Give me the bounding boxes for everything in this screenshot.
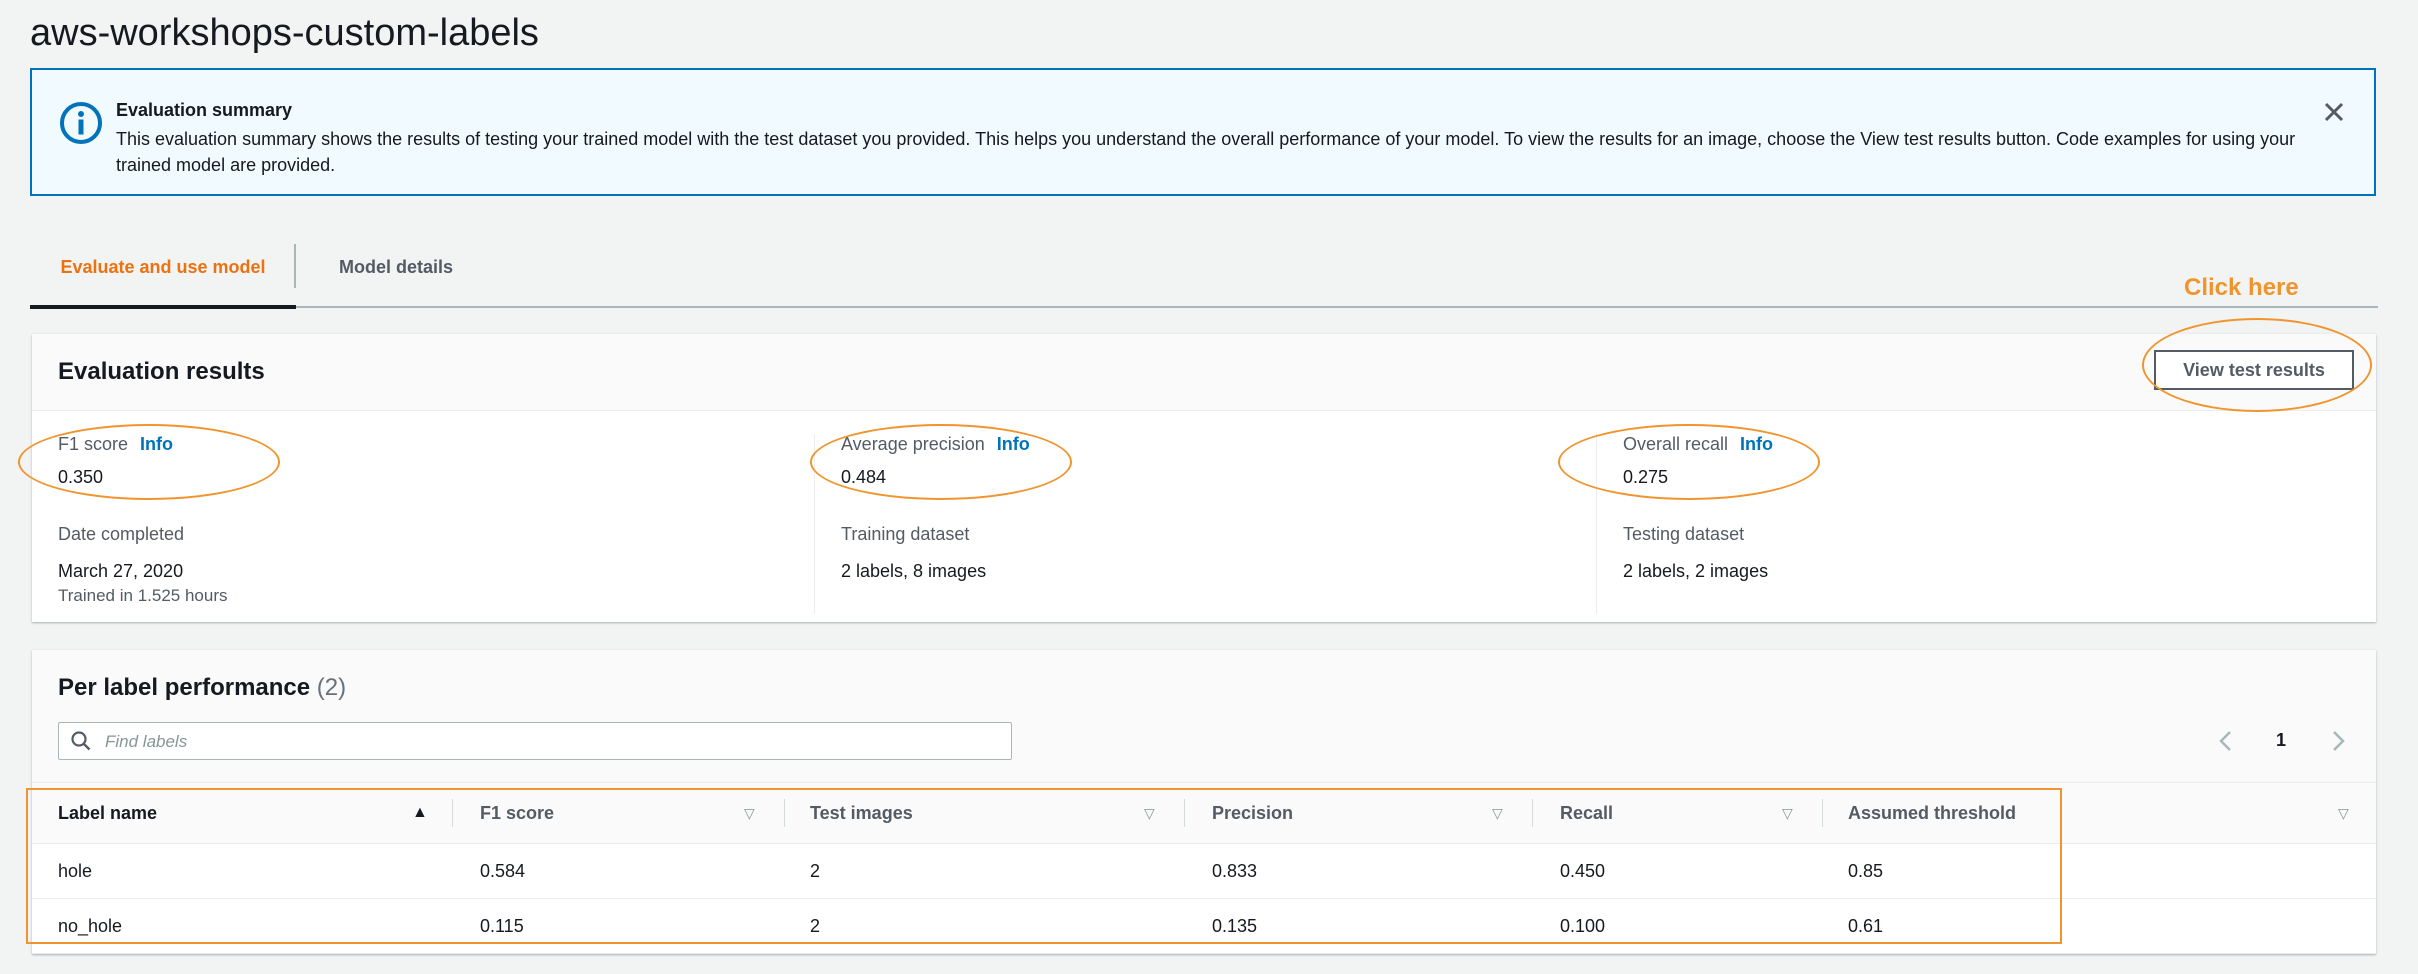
column-header-precision[interactable]: Precision — [1212, 783, 1293, 843]
tab-model-details[interactable]: Model details — [296, 232, 496, 306]
column-divider — [452, 799, 453, 827]
metric-label: Overall recall — [1623, 434, 1729, 454]
sort-icon[interactable]: ▽ — [2338, 783, 2349, 843]
cell-precision: 0.833 — [1212, 861, 1258, 881]
evaluation-results-card: Evaluation results View test results F1 … — [32, 334, 2376, 622]
sort-icon[interactable]: ▽ — [744, 783, 755, 843]
date-completed-value: March 27, 2020 — [58, 561, 184, 581]
cell-f1-score: 0.584 — [480, 861, 526, 881]
metric-overall-recall: Overall recall Info 0.275 Testing dataset… — [1596, 434, 2343, 614]
metric-average-precision: Average precision Info 0.484 Training dat… — [814, 434, 1561, 614]
per-label-performance-card: Per label performance (2) 1 Label name ▲ — [32, 650, 2376, 954]
view-test-results-button[interactable]: View test results — [2154, 350, 2354, 390]
cell-recall: 0.450 — [1560, 861, 1606, 881]
cell-assumed-threshold: 0.61 — [1848, 916, 1884, 936]
sort-ascending-icon[interactable]: ▲ — [412, 783, 428, 843]
close-icon[interactable] — [2320, 98, 2348, 126]
info-link[interactable]: Info — [997, 434, 1030, 454]
metric-label: Average precision — [841, 434, 985, 454]
table-row: no_hole 0.115 2 0.135 0.100 0.61 — [32, 899, 2376, 954]
tabs: Evaluate and use model Model details — [30, 232, 2378, 309]
cell-test-images: 2 — [810, 916, 821, 936]
per-label-count: (2) — [316, 674, 347, 701]
search-icon — [71, 731, 91, 751]
training-dataset-value: 2 labels, 8 images — [841, 561, 987, 581]
column-header-recall[interactable]: Recall — [1560, 783, 1613, 843]
date-completed-label: Date completed — [58, 524, 185, 544]
search-input[interactable] — [103, 725, 987, 759]
cell-precision: 0.135 — [1212, 916, 1258, 936]
table-row: hole 0.584 2 0.833 0.450 0.85 — [32, 844, 2376, 899]
info-link[interactable]: Info — [1740, 434, 1773, 454]
column-header-test-images[interactable]: Test images — [810, 783, 913, 843]
testing-dataset-value: 2 labels, 2 images — [1623, 561, 1769, 581]
cell-label-name: hole — [58, 861, 93, 881]
find-labels-search — [58, 722, 1012, 760]
cell-label-name: no_hole — [58, 916, 123, 936]
training-duration: Trained in 1.525 hours — [58, 586, 228, 605]
column-divider — [784, 799, 785, 827]
per-label-performance-title: Per label performance (2) — [58, 674, 346, 702]
metric-value: 0.350 — [58, 467, 104, 487]
per-label-performance-header: Per label performance (2) 1 — [32, 650, 2376, 782]
per-label-table: Label name ▲ F1 score ▽ Test images ▽ Pr… — [32, 782, 2376, 954]
evaluation-results-title: Evaluation results — [58, 358, 265, 385]
column-header-label-name[interactable]: Label name — [58, 783, 157, 843]
page-number[interactable]: 1 — [2276, 730, 2286, 751]
info-link[interactable]: Info — [140, 434, 173, 454]
sort-icon[interactable]: ▽ — [1144, 783, 1155, 843]
per-label-title-text: Per label performance — [58, 674, 311, 701]
chevron-right-icon[interactable] — [2326, 728, 2350, 754]
cell-assumed-threshold: 0.85 — [1848, 861, 1884, 881]
cell-recall: 0.100 — [1560, 916, 1606, 936]
sort-icon[interactable]: ▽ — [1492, 783, 1503, 843]
training-dataset-label: Training dataset — [841, 524, 970, 544]
column-divider — [1184, 799, 1185, 827]
cell-test-images: 2 — [810, 861, 821, 881]
column-header-assumed-threshold[interactable]: Assumed threshold — [1848, 783, 2016, 843]
testing-dataset-label: Testing dataset — [1623, 524, 1745, 544]
metric-value: 0.484 — [841, 467, 887, 487]
column-divider — [1822, 799, 1823, 827]
column-header-f1-score[interactable]: F1 score — [480, 783, 554, 843]
metric-value: 0.275 — [1623, 467, 1669, 487]
tab-evaluate-and-use-model[interactable]: Evaluate and use model — [30, 232, 296, 309]
chevron-left-icon[interactable] — [2214, 728, 2238, 754]
cell-f1-score: 0.115 — [480, 916, 524, 936]
table-header: Label name ▲ F1 score ▽ Test images ▽ Pr… — [32, 782, 2376, 844]
evaluation-results-header: Evaluation results View test results — [32, 334, 2376, 411]
column-divider — [1532, 799, 1533, 827]
click-here-callout: Click here — [2184, 274, 2299, 301]
banner-body: This evaluation summary shows the result… — [116, 129, 2296, 175]
metric-f1-score: F1 score Info 0.350 Date completed March … — [58, 434, 778, 614]
sort-icon[interactable]: ▽ — [1782, 783, 1793, 843]
banner-title: Evaluation summary — [116, 100, 293, 120]
page-title: aws-workshops-custom-labels — [30, 12, 539, 54]
info-icon — [60, 102, 102, 144]
evaluation-summary-banner: Evaluation summary This evaluation summa… — [30, 68, 2376, 196]
metric-label: F1 score — [58, 434, 129, 454]
